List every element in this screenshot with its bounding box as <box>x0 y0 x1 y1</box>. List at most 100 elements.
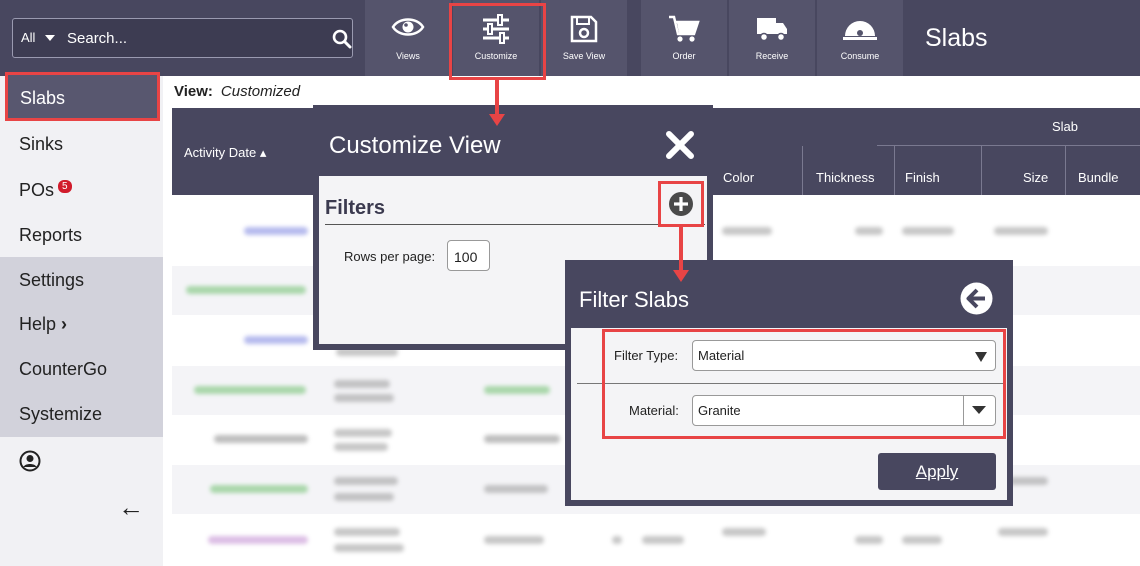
current-view: View: Customized <box>174 83 300 100</box>
filter-slabs-title: Filter Slabs <box>579 287 690 312</box>
add-filter-button[interactable] <box>658 181 704 227</box>
chevron-right-icon: › <box>61 314 68 334</box>
save-view-button[interactable]: Save View <box>541 0 627 76</box>
blurred-cell <box>484 435 560 443</box>
apply-button[interactable]: Apply <box>878 453 996 490</box>
blurred-cell <box>484 536 544 544</box>
blurred-cell <box>994 227 1048 235</box>
sidebar-item-label: Help <box>19 314 57 334</box>
sidebar-item-label: Systemize <box>19 404 103 424</box>
back-button[interactable] <box>960 282 993 315</box>
column-size[interactable]: Size <box>1023 170 1048 185</box>
blurred-cell <box>722 227 772 235</box>
blurred-cell <box>244 227 308 235</box>
chevron-down-icon <box>45 35 55 41</box>
close-button[interactable] <box>665 130 695 160</box>
sidebar-item-countergo[interactable]: CounterGo <box>19 359 107 380</box>
filters-heading: Filters <box>325 197 386 219</box>
blurred-cell <box>484 485 548 493</box>
view-value: Customized <box>220 83 301 100</box>
blurred-cell <box>855 536 883 544</box>
blurred-cell <box>334 477 398 485</box>
blurred-cell <box>855 227 883 235</box>
blurred-cell <box>334 429 392 437</box>
divider <box>894 146 895 195</box>
rows-per-page-label: Rows per page: <box>344 249 436 264</box>
divider <box>877 145 1140 146</box>
column-bundle[interactable]: Bundle <box>1078 170 1118 185</box>
order-button[interactable]: Order <box>641 0 727 76</box>
views-label: Views <box>396 51 420 61</box>
apply-label: Apply <box>915 462 959 481</box>
search-scope-dropdown[interactable]: All <box>13 19 61 57</box>
user-profile-button[interactable] <box>19 450 41 477</box>
blurred-cell <box>334 528 400 536</box>
blurred-cell <box>722 528 766 536</box>
views-button[interactable]: Views <box>365 0 451 76</box>
search-scope-label: All <box>21 30 36 45</box>
page-title: Slabs <box>925 24 988 52</box>
receive-button[interactable]: Receive <box>729 0 815 76</box>
annotation-arrow-line <box>679 227 683 272</box>
column-finish[interactable]: Finish <box>905 170 940 185</box>
sidebar-item-label: CounterGo <box>19 359 108 379</box>
divider <box>981 146 982 195</box>
notification-badge: 5 <box>58 180 72 193</box>
divider <box>802 146 803 195</box>
customize-view-title: Customize View <box>329 132 501 159</box>
blurred-cell <box>902 227 954 235</box>
blurred-cell <box>612 536 622 544</box>
order-label: Order <box>672 51 696 61</box>
truck-icon <box>757 18 787 42</box>
sidebar-item-slabs[interactable]: Slabs <box>5 72 160 121</box>
saw-blade-icon <box>843 21 877 40</box>
blurred-cell <box>208 536 308 544</box>
column-thickness[interactable]: Thickness <box>816 170 875 185</box>
eye-icon <box>391 18 425 36</box>
blurred-cell <box>334 443 388 451</box>
blurred-cell <box>484 386 550 394</box>
blurred-cell <box>998 528 1048 536</box>
sidebar-item-pos[interactable]: POs 5 <box>19 180 72 201</box>
blurred-cell <box>214 435 308 443</box>
sidebar-item-sinks[interactable]: Sinks <box>19 134 63 155</box>
sidebar: Sinks POs 5 Reports Settings Help › Count… <box>0 76 163 566</box>
floppy-disk-icon <box>570 15 598 43</box>
cart-icon <box>669 15 700 42</box>
annotation-arrow-line <box>495 80 499 114</box>
collapse-sidebar-arrow-icon[interactable]: ← <box>118 492 144 523</box>
blurred-cell <box>210 485 308 493</box>
search-icon <box>332 29 352 49</box>
highlight-frame <box>602 329 1006 439</box>
divider <box>1065 146 1066 195</box>
blurred-cell <box>194 386 306 394</box>
blurred-cell <box>642 536 684 544</box>
annotation-arrow-head <box>489 114 505 126</box>
rows-per-page-input[interactable]: 100 <box>447 240 490 271</box>
plus-circle-icon <box>669 192 693 216</box>
highlight-frame <box>449 3 546 80</box>
slab-group-header: Slab <box>1052 119 1079 134</box>
blurred-cell <box>334 493 394 501</box>
sidebar-item-systemize[interactable]: Systemize <box>19 404 102 425</box>
column-color[interactable]: Color <box>723 170 754 185</box>
search-button[interactable] <box>331 19 353 57</box>
rows-per-page-value: 100 <box>454 249 478 265</box>
blurred-cell <box>334 544 404 552</box>
sidebar-item-label: Reports <box>19 225 83 245</box>
arrow-left-circle-icon <box>960 282 993 315</box>
sidebar-item-reports[interactable]: Reports <box>19 225 82 246</box>
divider <box>325 224 705 225</box>
sidebar-item-settings[interactable]: Settings <box>19 270 84 291</box>
sidebar-item-help[interactable]: Help › <box>19 314 67 335</box>
sidebar-item-label: Slabs <box>20 88 66 108</box>
save-view-label: Save View <box>562 51 606 61</box>
column-activity-date[interactable]: Activity Date ▴ <box>184 145 266 161</box>
receive-label: Receive <box>755 51 789 61</box>
search-input[interactable] <box>61 19 331 57</box>
consume-button[interactable]: Consume <box>817 0 903 76</box>
table-row[interactable] <box>172 514 1140 563</box>
top-bar: All Views <box>0 0 1140 76</box>
blurred-cell <box>186 286 306 294</box>
blurred-cell <box>902 536 942 544</box>
